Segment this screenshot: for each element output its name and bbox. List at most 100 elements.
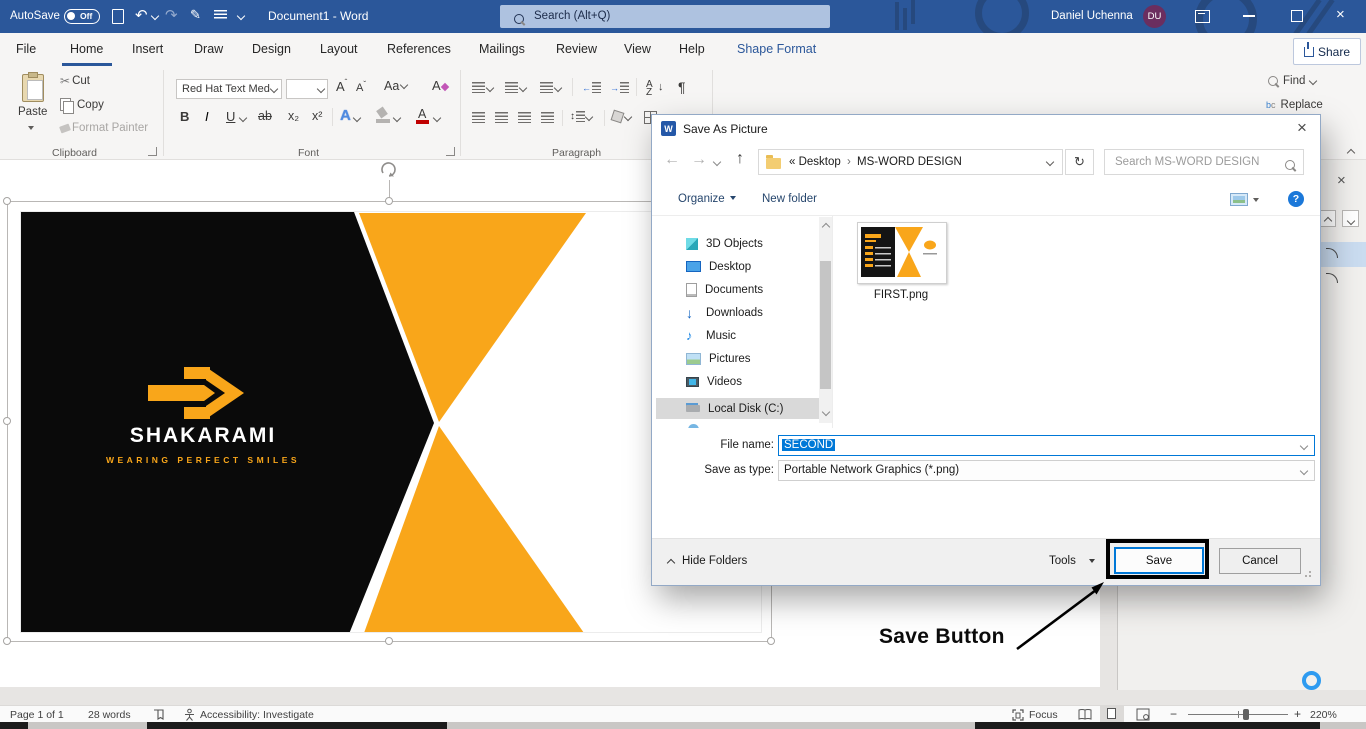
align-left-button[interactable] (472, 112, 485, 123)
up-icon[interactable]: ↑ (736, 150, 744, 168)
sidebar-item-local-disk[interactable]: Local Disk (C:) (686, 398, 832, 419)
read-mode-icon[interactable] (1078, 708, 1092, 721)
dialog-search-box[interactable]: Search MS-WORD DESIGN (1104, 149, 1304, 175)
undo-icon[interactable]: ↶ (135, 6, 148, 24)
line-spacing-button[interactable]: ↕ (570, 111, 592, 122)
bullets-button[interactable] (472, 82, 493, 93)
accessibility-status[interactable]: Accessibility: Investigate (200, 709, 314, 721)
tab-design[interactable]: Design (252, 42, 291, 56)
scroll-thumb[interactable] (820, 261, 831, 389)
font-name-dropdown-icon[interactable] (270, 85, 278, 93)
format-painter-button[interactable]: Format Painter (60, 122, 148, 134)
sidebar-item-documents[interactable]: Documents (686, 279, 832, 300)
zoom-out-button[interactable]: − (1170, 707, 1177, 721)
help-button[interactable]: ? (1288, 191, 1304, 207)
highlight-button[interactable] (376, 108, 390, 122)
copy-button[interactable]: Copy (60, 98, 104, 111)
forward-icon[interactable]: → (691, 151, 707, 169)
sidebar-item-videos[interactable]: Videos (686, 371, 832, 392)
align-right-button[interactable] (518, 112, 531, 123)
font-size-dropdown-icon[interactable] (317, 85, 325, 93)
redo-icon[interactable]: ↷ (165, 6, 178, 24)
shading-button[interactable] (612, 111, 631, 122)
underline-dropdown-icon[interactable] (239, 114, 247, 122)
clipboard-dialog-launcher-icon[interactable] (148, 147, 157, 156)
grow-font-button[interactable]: Aˆ (336, 78, 347, 94)
numbering-button[interactable] (505, 82, 526, 93)
print-layout-button[interactable] (1100, 706, 1124, 722)
proofing-icon[interactable] (152, 708, 165, 721)
new-document-icon[interactable] (112, 9, 124, 24)
font-name-combo[interactable]: Red Hat Text Med (176, 79, 282, 99)
rotate-handle-icon[interactable] (378, 160, 400, 180)
business-card-shape[interactable]: SHAKARAMI WEARING PERFECT SMILES (20, 211, 762, 633)
tab-insert[interactable]: Insert (132, 42, 163, 56)
breadcrumb-folder[interactable]: MS-WORD DESIGN (857, 156, 962, 168)
ribbon-display-options-icon[interactable] (1195, 10, 1210, 23)
underline-button[interactable]: U (226, 109, 235, 124)
cancel-button[interactable]: Cancel (1219, 548, 1301, 574)
undo-dropdown-icon[interactable] (151, 12, 159, 20)
align-center-button[interactable] (495, 112, 508, 123)
user-name[interactable]: Daniel Uchenna (1051, 10, 1133, 22)
superscript-button[interactable]: x² (312, 109, 322, 123)
tab-shape-format[interactable]: Shape Format (737, 42, 816, 56)
sidebar-item-music[interactable]: ♪ Music (686, 325, 832, 346)
share-button[interactable]: Share (1293, 38, 1361, 65)
selection-handle[interactable] (385, 637, 393, 645)
breadcrumb[interactable]: « Desktop › MS-WORD DESIGN (789, 156, 962, 168)
highlight-dropdown-icon[interactable] (393, 114, 401, 122)
dialog-close-icon[interactable]: × (1297, 118, 1307, 138)
avatar[interactable]: DU (1143, 5, 1166, 28)
quick-access-overflow-icon[interactable] (237, 12, 245, 20)
change-case-button[interactable]: Aa (384, 79, 407, 93)
selection-handle[interactable] (3, 637, 11, 645)
sort-button[interactable]: AZ (646, 79, 653, 98)
pilcrow-button[interactable]: ¶ (678, 79, 686, 95)
strikethrough-button[interactable]: ab (258, 109, 272, 123)
zoom-in-button[interactable]: + (1294, 707, 1301, 721)
tab-home[interactable]: Home (70, 42, 103, 56)
refresh-button[interactable]: ↻ (1065, 149, 1094, 175)
sidebar-item-downloads[interactable]: ↓ Downloads (686, 302, 832, 323)
focus-button[interactable]: Focus (1029, 709, 1058, 721)
sidebar-item-pictures[interactable]: Pictures (686, 348, 832, 369)
organize-button[interactable]: Organize (678, 193, 736, 205)
font-dialog-launcher-icon[interactable] (446, 147, 455, 156)
decrease-indent-button[interactable]: ← (582, 82, 601, 93)
selection-handle[interactable] (385, 197, 393, 205)
italic-button[interactable]: I (205, 109, 209, 124)
tab-references[interactable]: References (387, 42, 451, 56)
sidebar-item-desktop[interactable]: Desktop (686, 256, 832, 277)
selection-handle[interactable] (767, 637, 775, 645)
dialog-search-icon[interactable] (1285, 160, 1295, 170)
font-color-dropdown-icon[interactable] (433, 114, 441, 122)
paste-dropdown-icon[interactable] (28, 126, 34, 133)
bold-button[interactable]: B (180, 109, 189, 124)
scroll-up-icon[interactable] (822, 223, 830, 231)
scroll-down-icon[interactable] (822, 408, 830, 416)
tab-view[interactable]: View (624, 42, 651, 56)
tab-help[interactable]: Help (679, 42, 705, 56)
breadcrumb-desktop[interactable]: Desktop (799, 156, 841, 168)
save-type-combo[interactable]: Portable Network Graphics (*.png) (778, 460, 1315, 481)
save-type-dropdown-icon[interactable] (1300, 467, 1308, 475)
replace-button[interactable]: bc Replace (1266, 99, 1323, 111)
address-dropdown-icon[interactable] (1046, 158, 1054, 166)
page-indicator[interactable]: Page 1 of 1 (10, 709, 64, 721)
tab-layout[interactable]: Layout (320, 42, 358, 56)
text-effects-button[interactable]: A (340, 107, 351, 124)
cut-button[interactable]: ✂ Cut (60, 74, 90, 88)
address-bar[interactable]: « Desktop › MS-WORD DESIGN (758, 149, 1063, 175)
clear-formatting-button[interactable]: A (432, 78, 448, 93)
file-item-first-png[interactable]: FIRST.png (848, 219, 948, 309)
history-dropdown-icon[interactable] (713, 158, 721, 166)
pane-scroll-down-button[interactable] (1342, 210, 1359, 227)
file-name-input[interactable]: SECOND (778, 435, 1315, 456)
pen-icon[interactable]: ✎ (190, 7, 201, 23)
tab-mailings[interactable]: Mailings (479, 42, 525, 56)
sidebar-scrollbar[interactable] (819, 217, 832, 423)
text-effects-dropdown-icon[interactable] (353, 114, 361, 122)
selection-handle[interactable] (3, 197, 11, 205)
hide-folders-icon[interactable] (667, 559, 675, 567)
